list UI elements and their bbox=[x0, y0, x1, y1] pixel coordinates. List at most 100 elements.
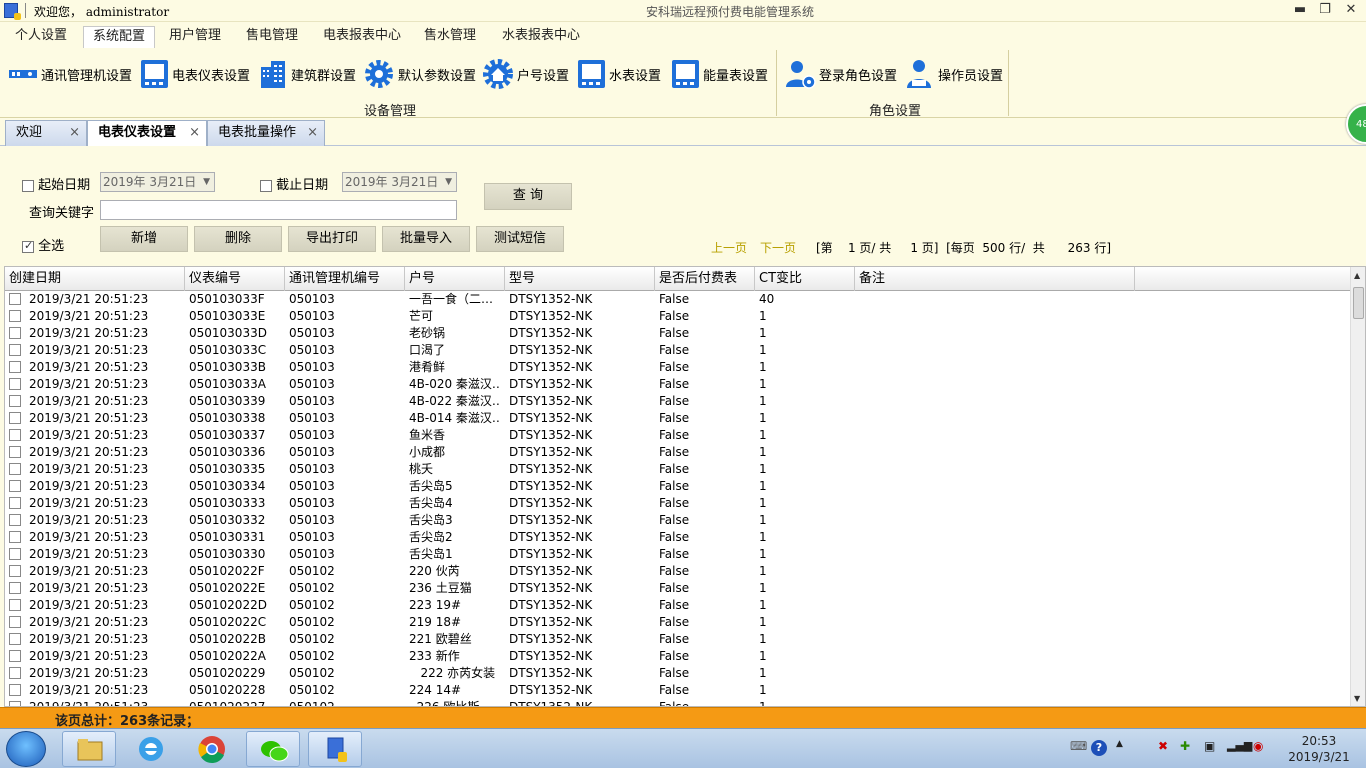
table-row[interactable]: 2019/3/21 20:51:23 050102022B 050102 221 欧碧… bbox=[5, 631, 1350, 648]
next-page-link[interactable]: 下一页 bbox=[760, 239, 796, 256]
table-row[interactable]: 2019/3/21 20:51:23 0501030336 050103 小成都 DTS… bbox=[5, 444, 1350, 461]
row-checkbox[interactable] bbox=[9, 582, 21, 594]
batch-import-button[interactable]: 批量导入 bbox=[382, 226, 470, 252]
table-row[interactable]: 2019/3/21 20:51:23 050103033D 050103 老砂锅 DTS… bbox=[5, 325, 1350, 342]
table-row[interactable]: 2019/3/21 20:51:23 0501030331 050103 舌尖岛2 DT… bbox=[5, 529, 1350, 546]
row-checkbox[interactable] bbox=[9, 684, 21, 696]
column-header-remarks[interactable]: 备注 bbox=[855, 267, 1135, 291]
add-button[interactable]: 新增 bbox=[100, 226, 188, 252]
table-row[interactable]: 2019/3/21 20:51:23 050103033C 050103 口渴了 DTS… bbox=[5, 342, 1350, 359]
table-row[interactable]: 2019/3/21 20:51:23 050103033A 050103 4B-020… bbox=[5, 376, 1350, 393]
row-checkbox[interactable] bbox=[9, 633, 21, 645]
table-row[interactable]: 2019/3/21 20:51:23 050103033F 050103 一吾一食（二… bbox=[5, 291, 1350, 308]
table-row[interactable]: 2019/3/21 20:51:23 050103033B 050103 港肴鲜 DTS… bbox=[5, 359, 1350, 376]
keyboard-icon[interactable]: ⌨ bbox=[1070, 739, 1087, 753]
login-role-settings-button[interactable]: 登录角色设置 bbox=[784, 58, 897, 90]
delete-button[interactable]: 删除 bbox=[194, 226, 282, 252]
menu-user-management[interactable]: 用户管理 bbox=[160, 26, 230, 48]
row-checkbox[interactable] bbox=[9, 463, 21, 475]
row-checkbox[interactable] bbox=[9, 429, 21, 441]
restore-button[interactable]: ❐ bbox=[1316, 2, 1334, 18]
menu-water-sales[interactable]: 售水管理 bbox=[415, 26, 485, 48]
table-row[interactable]: 2019/3/21 20:51:23 0501030333 050103 舌尖岛4 DT… bbox=[5, 495, 1350, 512]
menu-electricity-sales[interactable]: 售电管理 bbox=[237, 26, 307, 48]
row-checkbox[interactable] bbox=[9, 293, 21, 305]
system-clock[interactable]: 20:53 2019/3/21 bbox=[1278, 733, 1360, 765]
scroll-up-icon[interactable]: ▲ bbox=[1354, 271, 1360, 280]
tab-meter-settings-close-icon[interactable]: × bbox=[189, 121, 200, 145]
row-checkbox[interactable] bbox=[9, 531, 21, 543]
default-params-settings-button[interactable]: 默认参数设置 bbox=[363, 58, 476, 90]
row-checkbox[interactable] bbox=[9, 344, 21, 356]
search-button[interactable]: 查 询 bbox=[484, 183, 572, 210]
row-checkbox[interactable] bbox=[9, 565, 21, 577]
export-print-button[interactable]: 导出打印 bbox=[288, 226, 376, 252]
prev-page-link[interactable]: 上一页 bbox=[711, 239, 747, 256]
wechat-taskbar-icon[interactable] bbox=[246, 731, 300, 767]
row-checkbox[interactable] bbox=[9, 378, 21, 390]
menu-personal-settings[interactable]: 个人设置 bbox=[6, 26, 76, 48]
table-row[interactable]: 2019/3/21 20:51:23 050102022D 050102 223 19… bbox=[5, 597, 1350, 614]
household-settings-button[interactable]: 户号设置 bbox=[482, 58, 569, 90]
end-date-picker[interactable]: 2019年 3月21日 ▼ bbox=[342, 172, 457, 192]
table-row[interactable]: 2019/3/21 20:51:23 0501020228 050102 224 14… bbox=[5, 682, 1350, 699]
column-header-meter-no[interactable]: 仪表编号 bbox=[185, 267, 285, 291]
row-checkbox[interactable] bbox=[9, 327, 21, 339]
keyword-input[interactable] bbox=[100, 200, 457, 220]
water-meter-settings-button[interactable]: 水表设置 bbox=[577, 58, 661, 90]
network-warning-icon[interactable]: ✖ bbox=[1158, 739, 1168, 753]
energy-meter-settings-button[interactable]: 能量表设置 bbox=[671, 58, 768, 90]
row-checkbox[interactable] bbox=[9, 599, 21, 611]
tab-meter-batch-ops[interactable]: 电表批量操作 × bbox=[207, 120, 325, 146]
row-checkbox[interactable] bbox=[9, 548, 21, 560]
select-all-row[interactable]: 全选 bbox=[22, 235, 64, 254]
row-checkbox[interactable] bbox=[9, 310, 21, 322]
volume-muted-icon[interactable]: ◉ bbox=[1253, 739, 1263, 753]
chrome-taskbar-icon[interactable] bbox=[185, 731, 239, 767]
operator-settings-button[interactable]: 操作员设置 bbox=[903, 58, 1003, 90]
row-checkbox[interactable] bbox=[9, 514, 21, 526]
row-checkbox[interactable] bbox=[9, 650, 21, 662]
menu-system-config[interactable]: 系统配置 bbox=[83, 26, 156, 48]
table-row[interactable]: 2019/3/21 20:51:23 0501030338 050103 4B-014… bbox=[5, 410, 1350, 427]
app-taskbar-icon[interactable] bbox=[308, 731, 362, 767]
row-checkbox[interactable] bbox=[9, 446, 21, 458]
vertical-scrollbar[interactable]: ▲ ▼ bbox=[1350, 267, 1365, 706]
table-row[interactable]: 2019/3/21 20:51:23 050103033E 050103 芒可 DTSY… bbox=[5, 308, 1350, 325]
table-row[interactable]: 2019/3/21 20:51:23 0501030334 050103 舌尖岛5 DT… bbox=[5, 478, 1350, 495]
table-row[interactable]: 2019/3/21 20:51:23 0501030330 050103 舌尖岛1 DT… bbox=[5, 546, 1350, 563]
column-header-postpaid[interactable]: 是否后付费表 bbox=[655, 267, 755, 291]
tab-meter-settings[interactable]: 电表仪表设置 × bbox=[87, 120, 207, 146]
explorer-taskbar-icon[interactable] bbox=[62, 731, 116, 767]
select-all-checkbox[interactable] bbox=[22, 239, 34, 253]
tab-welcome-close-icon[interactable]: × bbox=[69, 121, 80, 145]
building-group-settings-button[interactable]: 建筑群设置 bbox=[258, 58, 356, 90]
table-row[interactable]: 2019/3/21 20:51:23 050102022E 050102 236 土豆… bbox=[5, 580, 1350, 597]
comm-manager-settings-button[interactable]: 通讯管理机设置 bbox=[8, 58, 132, 90]
table-row[interactable]: 2019/3/21 20:51:23 050102022A 050102 233 新作… bbox=[5, 648, 1350, 665]
row-checkbox[interactable] bbox=[9, 667, 21, 679]
row-checkbox[interactable] bbox=[9, 361, 21, 373]
tab-meter-batch-ops-close-icon[interactable]: × bbox=[307, 121, 318, 145]
help-icon[interactable]: ? bbox=[1091, 740, 1107, 756]
start-date-picker[interactable]: 2019年 3月21日 ▼ bbox=[100, 172, 215, 192]
end-date-checkbox-row[interactable]: 截止日期 bbox=[260, 174, 328, 193]
column-header-comm-manager[interactable]: 通讯管理机编号 bbox=[285, 267, 405, 291]
start-date-checkbox[interactable] bbox=[22, 179, 34, 192]
table-row[interactable]: 2019/3/21 20:51:23 0501030339 050103 4B-022… bbox=[5, 393, 1350, 410]
table-row[interactable]: 2019/3/21 20:51:23 0501020227 050102 226 欧… bbox=[5, 699, 1350, 706]
scroll-down-icon[interactable]: ▼ bbox=[1354, 694, 1360, 703]
row-checkbox[interactable] bbox=[9, 616, 21, 628]
minimize-button[interactable]: ▬ bbox=[1291, 2, 1309, 18]
table-row[interactable]: 2019/3/21 20:51:23 050102022F 050102 220 伙芮… bbox=[5, 563, 1350, 580]
table-row[interactable]: 2019/3/21 20:51:23 0501020229 050102 222 亦… bbox=[5, 665, 1350, 682]
tray-expand-icon[interactable]: ▲ bbox=[1116, 739, 1123, 749]
tab-welcome[interactable]: 欢迎 × bbox=[5, 120, 87, 146]
device-icon[interactable]: ▣ bbox=[1204, 739, 1215, 753]
start-button-icon[interactable] bbox=[6, 731, 46, 767]
meter-settings-button[interactable]: 电表仪表设置 bbox=[140, 58, 250, 90]
close-button[interactable]: ✕ bbox=[1342, 2, 1360, 18]
menu-electric-report-center[interactable]: 电表报表中心 bbox=[314, 26, 410, 48]
table-row[interactable]: 2019/3/21 20:51:23 0501030332 050103 舌尖岛3 DT… bbox=[5, 512, 1350, 529]
signal-icon[interactable]: ▂▄▆ bbox=[1227, 739, 1252, 752]
